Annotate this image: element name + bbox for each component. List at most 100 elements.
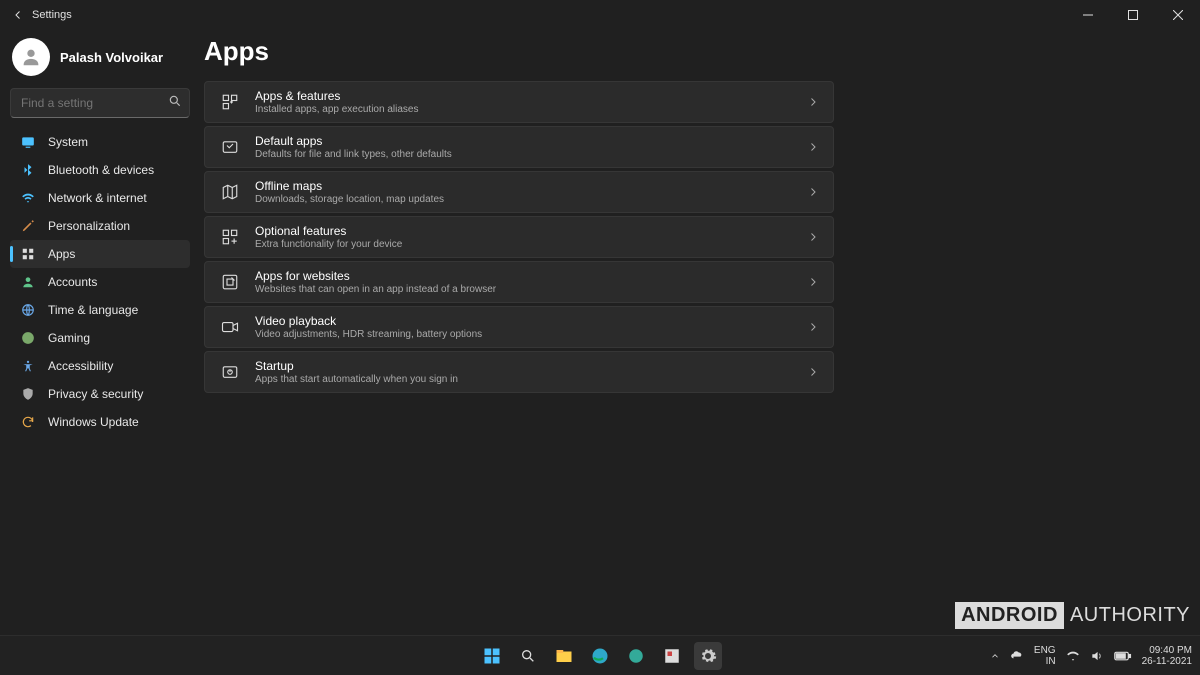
card-title: Apps for websites: [255, 269, 807, 283]
chevron-right-icon: [807, 321, 819, 333]
system-icon: [20, 134, 36, 150]
watermark-box: ANDROID: [955, 602, 1064, 629]
personalization-icon: [20, 218, 36, 234]
gaming-icon: [20, 330, 36, 346]
sidebar-item-label: Network & internet: [48, 191, 147, 205]
chevron-right-icon: [807, 366, 819, 378]
avatar: [12, 38, 50, 76]
sidebar-item-bluetooth[interactable]: Bluetooth & devices: [10, 156, 190, 184]
tray-language[interactable]: ENG IN: [1034, 645, 1056, 667]
card-apps-features[interactable]: Apps & features Installed apps, app exec…: [204, 81, 834, 123]
sidebar-item-label: Personalization: [48, 219, 130, 233]
back-button[interactable]: [8, 5, 28, 25]
profile-name: Palash Volvoikar: [60, 50, 163, 65]
card-video-playback[interactable]: Video playback Video adjustments, HDR st…: [204, 306, 834, 348]
taskbar-app-2[interactable]: [658, 642, 686, 670]
tray-time: 09:40 PM: [1142, 645, 1192, 656]
sidebar-item-gaming[interactable]: Gaming: [10, 324, 190, 352]
taskbar-app-1[interactable]: [622, 642, 650, 670]
sidebar-item-label: Time & language: [48, 303, 138, 317]
optional-features-icon: [219, 228, 241, 246]
apps-icon: [20, 246, 36, 262]
sidebar: Palash Volvoikar System Bluetooth & devi…: [0, 30, 200, 635]
sidebar-item-system[interactable]: System: [10, 128, 190, 156]
card-apps-websites[interactable]: Apps for websites Websites that can open…: [204, 261, 834, 303]
offline-maps-icon: [219, 183, 241, 201]
sidebar-item-accounts[interactable]: Accounts: [10, 268, 190, 296]
titlebar: Settings: [0, 0, 1200, 30]
profile[interactable]: Palash Volvoikar: [12, 38, 190, 76]
taskbar-explorer[interactable]: [550, 642, 578, 670]
card-optional-features[interactable]: Optional features Extra functionality fo…: [204, 216, 834, 258]
sidebar-item-label: Windows Update: [48, 415, 139, 429]
card-title: Video playback: [255, 314, 807, 328]
accessibility-icon: [20, 358, 36, 374]
tray-wifi-icon[interactable]: [1066, 649, 1080, 663]
sidebar-item-accessibility[interactable]: Accessibility: [10, 352, 190, 380]
taskbar-edge[interactable]: [586, 642, 614, 670]
tray-clock[interactable]: 09:40 PM 26-11-2021: [1142, 645, 1192, 667]
windows-update-icon: [20, 414, 36, 430]
tray-lang-1: ENG: [1034, 645, 1056, 656]
chevron-right-icon: [807, 231, 819, 243]
sidebar-item-label: Privacy & security: [48, 387, 143, 401]
card-offline-maps[interactable]: Offline maps Downloads, storage location…: [204, 171, 834, 213]
sidebar-item-windows-update[interactable]: Windows Update: [10, 408, 190, 436]
tray-battery-icon[interactable]: [1114, 650, 1132, 662]
card-title: Apps & features: [255, 89, 807, 103]
tray-chevron-icon[interactable]: [990, 651, 1000, 661]
window-controls: [1065, 0, 1200, 30]
system-tray[interactable]: ENG IN 09:40 PM 26-11-2021: [990, 636, 1192, 675]
card-subtitle: Websites that can open in an app instead…: [255, 284, 807, 295]
sidebar-item-privacy[interactable]: Privacy & security: [10, 380, 190, 408]
maximize-button[interactable]: [1110, 0, 1155, 30]
chevron-right-icon: [807, 276, 819, 288]
card-default-apps[interactable]: Default apps Defaults for file and link …: [204, 126, 834, 168]
sidebar-item-personalization[interactable]: Personalization: [10, 212, 190, 240]
search-input[interactable]: [10, 88, 190, 118]
card-subtitle: Apps that start automatically when you s…: [255, 374, 807, 385]
apps-features-icon: [219, 93, 241, 111]
card-startup[interactable]: Startup Apps that start automatically wh…: [204, 351, 834, 393]
watermark-text: AUTHORITY: [1070, 604, 1190, 627]
search-container: [10, 88, 190, 118]
tray-onedrive-icon[interactable]: [1010, 649, 1024, 663]
card-title: Offline maps: [255, 179, 807, 193]
content: Apps Apps & features Installed apps, app…: [200, 30, 1200, 635]
card-subtitle: Video adjustments, HDR streaming, batter…: [255, 329, 807, 340]
sidebar-item-label: Bluetooth & devices: [48, 163, 154, 177]
sidebar-item-label: Accessibility: [48, 359, 113, 373]
apps-websites-icon: [219, 273, 241, 291]
default-apps-icon: [219, 138, 241, 156]
sidebar-item-label: Gaming: [48, 331, 90, 345]
search-icon: [168, 94, 182, 108]
card-title: Startup: [255, 359, 807, 373]
tray-volume-icon[interactable]: [1090, 649, 1104, 663]
sidebar-item-apps[interactable]: Apps: [10, 240, 190, 268]
taskbar-settings[interactable]: [694, 642, 722, 670]
time-language-icon: [20, 302, 36, 318]
chevron-right-icon: [807, 96, 819, 108]
taskbar: ENG IN 09:40 PM 26-11-2021: [0, 635, 1200, 675]
startup-icon: [219, 363, 241, 381]
tray-date: 26-11-2021: [1142, 656, 1192, 667]
accounts-icon: [20, 274, 36, 290]
sidebar-item-label: Apps: [48, 247, 75, 261]
sidebar-item-network[interactable]: Network & internet: [10, 184, 190, 212]
minimize-button[interactable]: [1065, 0, 1110, 30]
privacy-icon: [20, 386, 36, 402]
card-title: Optional features: [255, 224, 807, 238]
window-title: Settings: [32, 9, 1192, 21]
network-icon: [20, 190, 36, 206]
card-subtitle: Extra functionality for your device: [255, 239, 807, 250]
card-title: Default apps: [255, 134, 807, 148]
chevron-right-icon: [807, 186, 819, 198]
start-button[interactable]: [478, 642, 506, 670]
sidebar-item-time-language[interactable]: Time & language: [10, 296, 190, 324]
sidebar-item-label: Accounts: [48, 275, 97, 289]
close-button[interactable]: [1155, 0, 1200, 30]
taskbar-search[interactable]: [514, 642, 542, 670]
watermark: ANDROID AUTHORITY: [955, 602, 1190, 629]
page-title: Apps: [204, 36, 1170, 67]
card-subtitle: Defaults for file and link types, other …: [255, 149, 807, 160]
